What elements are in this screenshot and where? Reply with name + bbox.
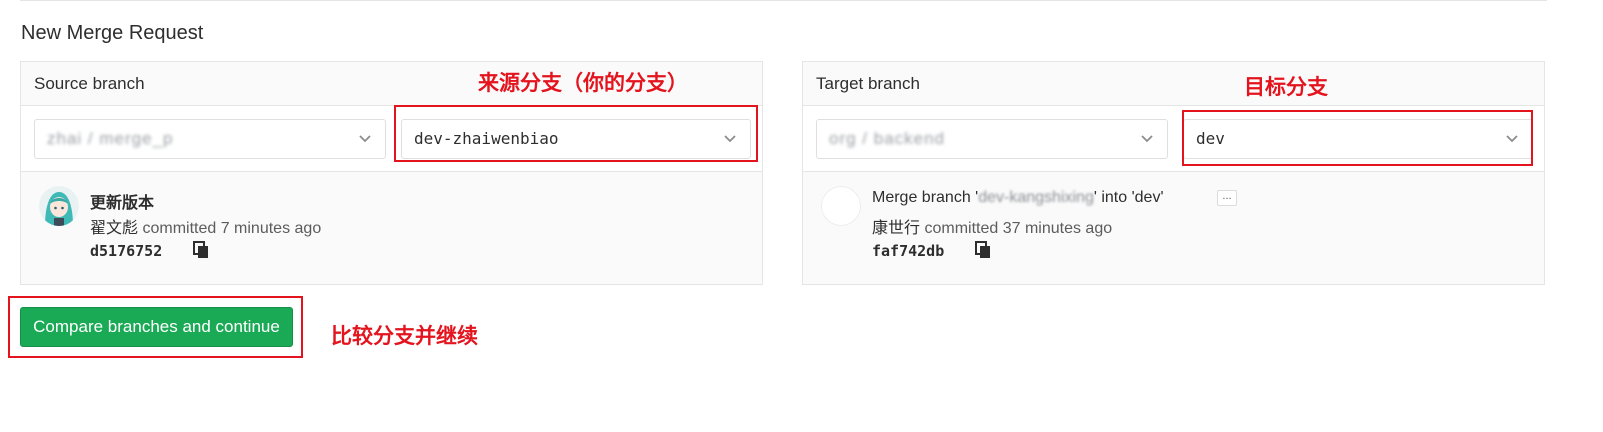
target-select-row: org / backend dev (803, 106, 1544, 172)
source-commit-title[interactable]: 更新版本 (90, 189, 154, 213)
chevron-down-icon (724, 135, 736, 143)
source-commit-author[interactable]: 翟文彪 (90, 220, 138, 237)
target-branch-panel: Target branch org / backend dev Merge br… (802, 61, 1545, 285)
target-commit-time: committed 37 minutes ago (920, 220, 1113, 237)
copy-icon[interactable] (974, 240, 992, 260)
target-branch-dropdown[interactable]: dev (1183, 119, 1533, 159)
target-project-value: org / backend (829, 129, 946, 148)
avatar[interactable] (39, 186, 79, 226)
target-project-dropdown[interactable]: org / backend (816, 119, 1168, 159)
compare-annotation: 比较分支并继续 (331, 324, 478, 348)
compare-branches-button[interactable]: Compare branches and continue (20, 307, 293, 347)
source-commit: 更新版本 翟文彪 committed 7 minutes ago d517675… (21, 172, 762, 284)
chevron-down-icon (1506, 135, 1518, 143)
source-branch-annotation: 来源分支（你的分支） (478, 71, 688, 95)
source-select-row: zhai / merge_p dev-zhaiwenbiao (21, 106, 762, 172)
target-branch-header: Target branch (803, 62, 1544, 106)
avatar[interactable] (821, 186, 861, 226)
target-branch-annotation: 目标分支 (1244, 75, 1328, 99)
target-commit-title-prefix: Merge branch ' (872, 189, 979, 206)
expand-message-button[interactable]: ... (1217, 190, 1237, 206)
page-title: New Merge Request (21, 22, 204, 44)
source-commit-meta: 翟文彪 committed 7 minutes ago (90, 214, 321, 238)
source-project-dropdown[interactable]: zhai / merge_p (34, 119, 386, 159)
top-divider (20, 0, 1547, 1)
target-commit-author[interactable]: 康世行 (872, 220, 920, 237)
copy-icon[interactable] (192, 240, 210, 260)
target-commit: Merge branch 'dev-kangshixing' into 'dev… (803, 172, 1544, 284)
source-project-value: zhai / merge_p (47, 129, 174, 148)
target-commit-title-hidden: dev-kangshixing (978, 189, 1094, 206)
source-commit-sha[interactable]: d5176752 (90, 242, 162, 260)
source-branch-dropdown[interactable]: dev-zhaiwenbiao (401, 119, 751, 159)
target-commit-title[interactable]: Merge branch 'dev-kangshixing' into 'dev… (872, 189, 1164, 207)
target-commit-sha[interactable]: faf742db (872, 242, 944, 260)
target-commit-meta: 康世行 committed 37 minutes ago (872, 214, 1112, 238)
target-branch-value: dev (1196, 129, 1225, 148)
avatar-image-icon (39, 186, 79, 226)
chevron-down-icon (1141, 135, 1153, 143)
target-commit-title-suffix: ' into 'dev' (1093, 189, 1164, 206)
chevron-down-icon (359, 135, 371, 143)
source-commit-time: committed 7 minutes ago (138, 220, 322, 237)
avatar-placeholder-icon (821, 186, 861, 226)
source-branch-value: dev-zhaiwenbiao (414, 129, 559, 148)
